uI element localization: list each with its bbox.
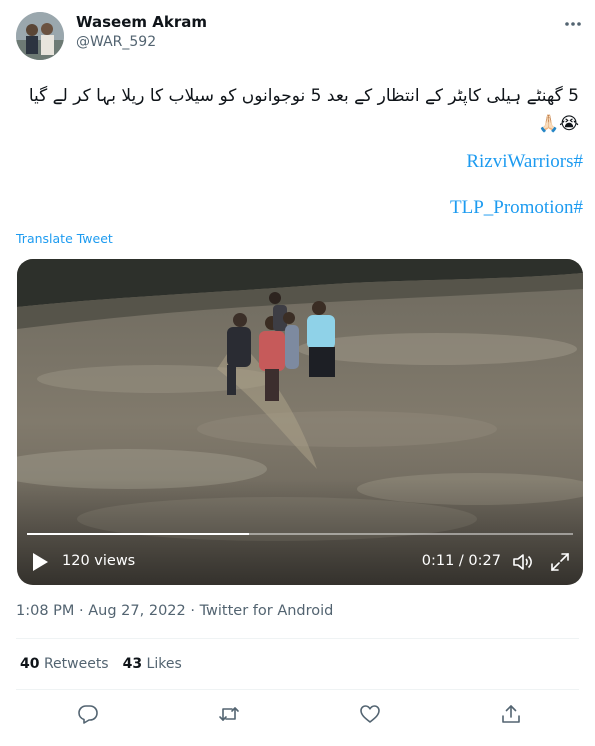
- user-name[interactable]: Waseem Akram: [76, 13, 207, 31]
- retweets-label: Retweets: [43, 656, 109, 672]
- divider: [16, 638, 579, 639]
- fullscreen-icon[interactable]: [549, 551, 571, 573]
- volume-icon[interactable]: [511, 551, 533, 573]
- reply-icon[interactable]: [77, 703, 99, 725]
- hashtag-rizviwarriors[interactable]: RizviWarriors#: [466, 151, 583, 173]
- share-icon[interactable]: [500, 703, 522, 725]
- retweets-count: 40: [20, 656, 40, 672]
- tweet-stats: 40 Retweets 43 Likes: [20, 656, 182, 672]
- like-icon[interactable]: [359, 703, 381, 725]
- likes-stat[interactable]: 43 Likes: [123, 656, 182, 672]
- retweets-stat[interactable]: 40 Retweets: [20, 656, 109, 672]
- retweet-icon[interactable]: [218, 703, 240, 725]
- play-icon[interactable]: [31, 552, 49, 572]
- avatar[interactable]: [16, 12, 64, 60]
- video-progress-fill: [27, 533, 250, 535]
- tweet-meta: 1:08 PM · Aug 27, 2022 · Twitter for And…: [16, 603, 334, 619]
- video-progress-bar[interactable]: [27, 533, 573, 535]
- video-time: 0:11 / 0:27: [421, 553, 501, 569]
- video-frame: [17, 259, 583, 585]
- more-icon[interactable]: [561, 14, 585, 34]
- translate-tweet-link[interactable]: Translate Tweet: [16, 231, 113, 246]
- divider: [16, 689, 579, 690]
- likes-count: 43: [122, 656, 143, 672]
- video-player[interactable]: 120 views 0:11 / 0:27: [17, 259, 583, 585]
- view-count: 120 views: [62, 553, 136, 569]
- user-handle[interactable]: @WAR_592: [76, 34, 156, 50]
- tweet-text: 5 گھنٹے ہیلی کاپٹر کے انتظار کے بعد 5 نو…: [28, 86, 579, 134]
- hashtag-tlp-promotion[interactable]: TLP_Promotion#: [450, 197, 583, 219]
- likes-label: Likes: [146, 656, 182, 672]
